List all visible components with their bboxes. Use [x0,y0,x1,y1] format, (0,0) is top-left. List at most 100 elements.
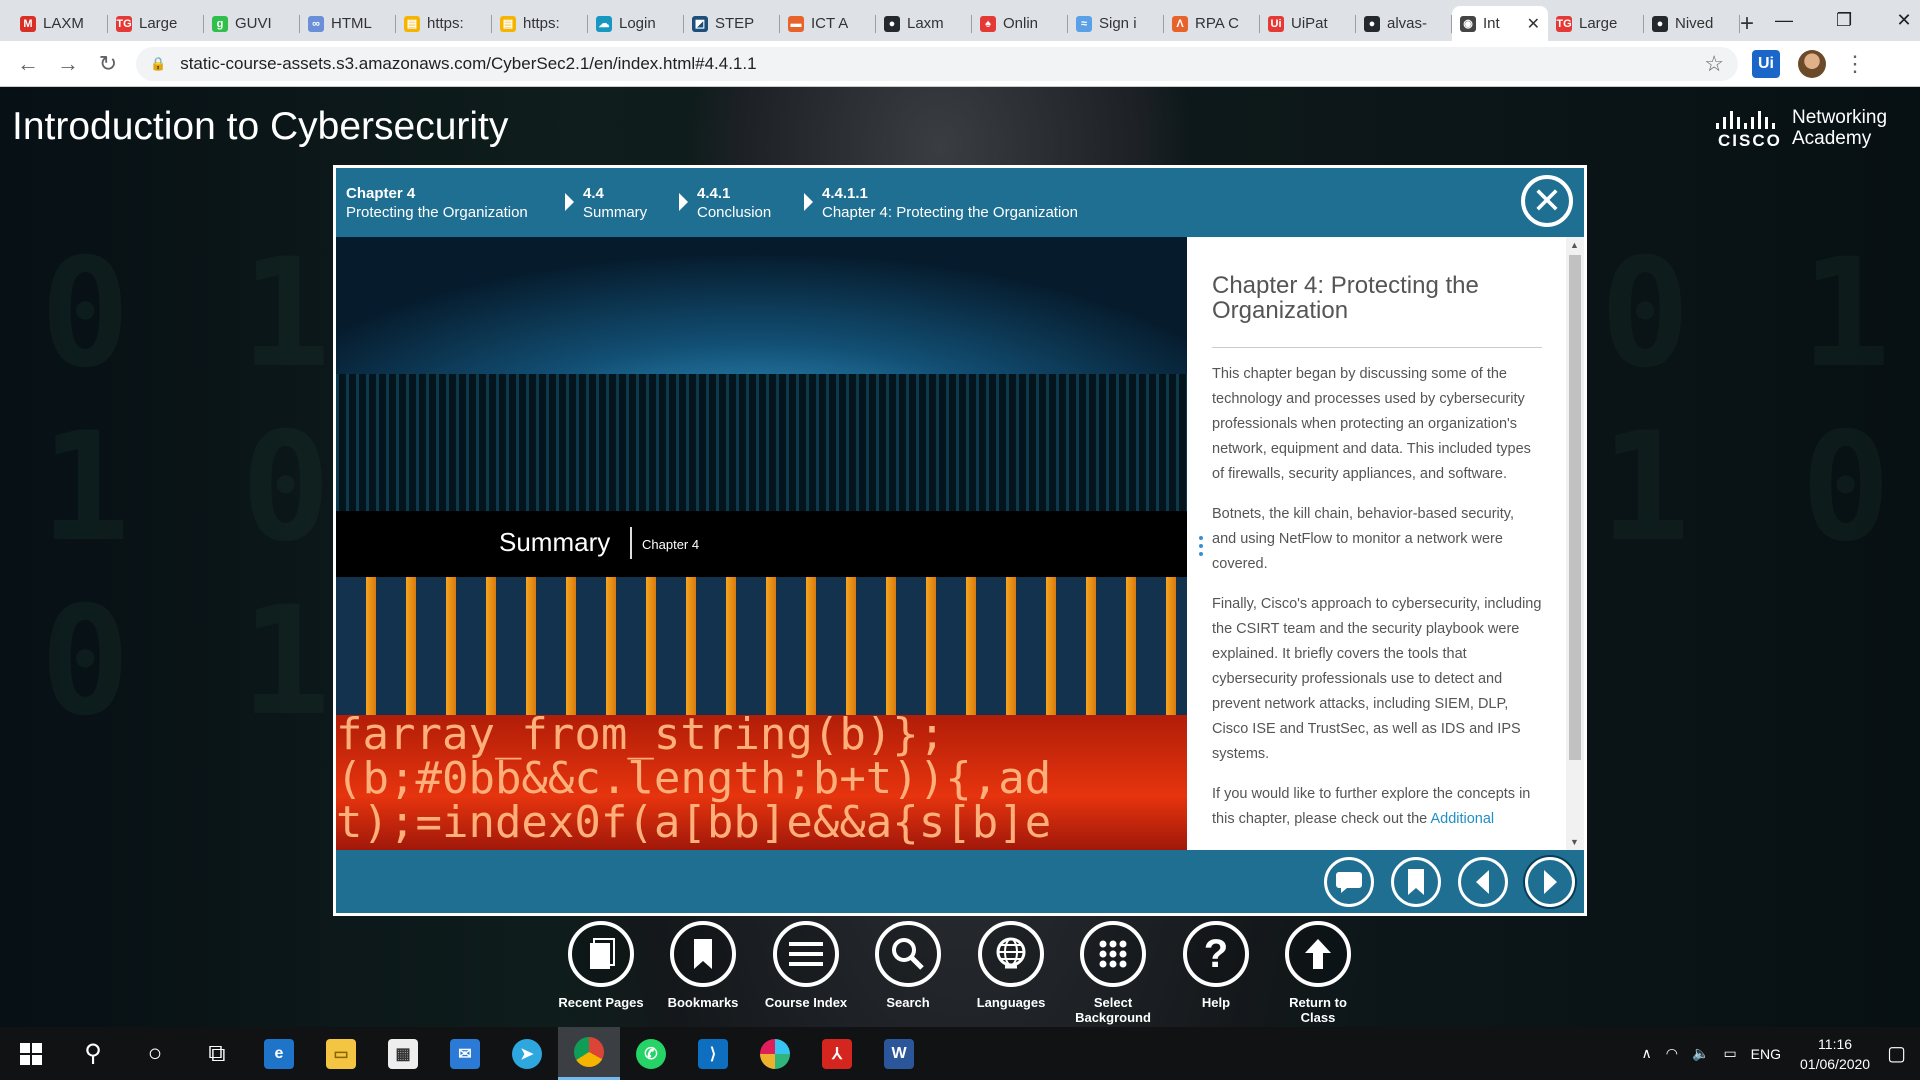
clock[interactable]: 11:16 01/06/2020 [1800,1034,1870,1074]
paragraph: This chapter began by discussing some of… [1212,366,1531,482]
return-to-class-button[interactable]: Return to Class [1271,921,1365,1025]
new-tab-button[interactable]: + [1740,6,1754,41]
close-modal-button[interactable]: ✕ [1521,175,1573,227]
browser-tab[interactable]: ● Laxm [876,6,972,41]
close-window-icon[interactable]: ✕ [1874,10,1920,31]
bookmark-star-icon[interactable]: ☆ [1704,51,1724,77]
profile-avatar[interactable] [1798,49,1826,78]
uipath-icon: Ui [1268,15,1284,32]
address-bar: ← → ↻ 🔒 static-course-assets.s3.amazonaw… [0,41,1920,87]
search-icon [892,938,924,970]
chevron-up-icon[interactable]: ∧ [1642,1045,1652,1062]
browser-tab[interactable]: TG Large [108,6,204,41]
globe-image-band [336,237,1187,374]
content-modal: Chapter 4 Protecting the Organization 4.4… [333,165,1587,916]
menu-kebab-icon[interactable]: ⋮ [1844,51,1866,77]
windows-start-icon[interactable] [0,1027,62,1080]
previous-page-button[interactable] [1458,857,1508,907]
folder-icon: ▤ [404,15,420,32]
browser-tab[interactable]: ▤ https: [492,6,588,41]
tg-icon: TG [1556,15,1572,32]
search-button[interactable]: Search [861,921,955,1010]
summary-banner [336,511,1187,577]
help-button[interactable]: ? Help [1169,921,1263,1010]
next-page-button[interactable] [1525,857,1575,907]
breadcrumb-page[interactable]: 4.4.1.1 Chapter 4: Protecting the Organiz… [804,184,1078,222]
scrollbar-thumb[interactable] [1569,255,1581,760]
restore-icon[interactable]: ❐ [1814,10,1874,31]
bookmarks-button[interactable]: Bookmarks [656,921,750,1010]
notifications-icon[interactable]: ▢ [1887,1041,1906,1066]
breadcrumb-arrow-icon [804,193,813,211]
course-index-button[interactable]: Course Index [759,921,853,1010]
store-icon[interactable]: ▦ [372,1027,434,1080]
edge-icon[interactable]: e [248,1027,310,1080]
summary-heading: Summary [499,527,611,557]
browser-tab[interactable]: ♠ Onlin [972,6,1068,41]
browser-tab[interactable]: Λ RPA C [1164,6,1260,41]
browser-tab[interactable]: Ui UiPat [1260,6,1356,41]
chrome-icon[interactable] [558,1027,620,1080]
close-tab-icon[interactable]: ✕ [1527,14,1540,34]
panel-scrollbar[interactable]: ▲ ▼ [1566,237,1584,850]
paragraph: Finally, Cisco's approach to cybersecuri… [1212,596,1542,762]
browser-tab[interactable]: ☁ Login [588,6,684,41]
browser-tab[interactable]: ◩ STEP [684,6,780,41]
reload-icon[interactable]: ↻ [88,51,128,77]
battery-icon[interactable]: ▭ [1723,1045,1736,1062]
breadcrumb-topic[interactable]: 4.4.1 Conclusion [679,184,771,222]
telegram-icon[interactable]: ➤ [496,1027,558,1080]
volume-icon[interactable]: 🔈 [1692,1045,1709,1062]
forward-arrow-icon[interactable]: → [48,51,88,77]
breadcrumb-section[interactable]: 4.4 Summary [565,184,647,222]
tab-label: https: [523,15,560,32]
browser-tab[interactable]: ≈ Sign i [1068,6,1164,41]
back-arrow-icon[interactable]: ← [8,51,48,77]
language-indicator[interactable]: ENG [1751,1046,1781,1062]
cortana-icon[interactable]: ○ [124,1027,186,1080]
bookmark-page-button[interactable] [1391,857,1441,907]
additional-resources-link[interactable]: Additional [1430,811,1494,827]
recent-pages-button[interactable]: Recent Pages [554,921,648,1010]
comment-icon [1336,872,1362,893]
browser-tab[interactable]: ▤ https: [396,6,492,41]
comment-button[interactable] [1324,857,1374,907]
tab-label: Login [619,15,656,32]
acrobat-icon[interactable]: ⅄ [806,1027,868,1080]
breadcrumb-arrow-icon [679,193,688,211]
url-field[interactable]: 🔒 static-course-assets.s3.amazonaws.com/… [136,46,1738,81]
browser-tab[interactable]: ● Nived [1644,6,1740,41]
breadcrumb-chapter[interactable]: Chapter 4 Protecting the Organization [346,184,528,222]
tab-label: ICT A [811,15,849,32]
browser-tab[interactable]: g GUVI [204,6,300,41]
drag-handle-icon[interactable] [1199,536,1203,560]
minimize-icon[interactable]: — [1754,10,1814,31]
task-view-icon[interactable]: ⧉ [186,1027,248,1080]
search-icon[interactable]: ⚲ [62,1027,124,1080]
languages-button[interactable]: Languages [964,921,1058,1010]
slack-icon[interactable] [744,1027,806,1080]
tab-label: LAXM [43,15,84,32]
mail-icon[interactable]: ✉ [434,1027,496,1080]
word-icon[interactable]: W [868,1027,930,1080]
browser-tab[interactable]: ◉ Int ✕ [1452,6,1548,41]
vscode-icon[interactable]: ⟩ [682,1027,744,1080]
logo-brand: CISCO [1718,131,1782,150]
browser-tab[interactable]: M LAXM [12,6,108,41]
select-background-button[interactable]: Select Background [1066,921,1160,1025]
uipath-extension-icon[interactable]: Ui [1752,49,1780,78]
wifi-icon[interactable]: ◠ [1666,1045,1678,1062]
scroll-down-icon[interactable]: ▼ [1570,837,1579,847]
summary-chapter-label: Chapter 4 [642,537,700,552]
browser-tab[interactable]: ▬ ICT A [780,6,876,41]
scroll-up-icon[interactable]: ▲ [1570,240,1579,250]
url-text[interactable]: static-course-assets.s3.amazonaws.com/Cy… [180,54,756,74]
whatsapp-icon[interactable]: ✆ [620,1027,682,1080]
help-icon: ? [1203,932,1229,976]
browser-tab[interactable]: ∞ HTML [300,6,396,41]
tab-label: Large [139,15,178,32]
browser-tab[interactable]: ● alvas- [1356,6,1452,41]
file-explorer-icon[interactable]: ▭ [310,1027,372,1080]
modal-header: Chapter 4 Protecting the Organization 4.4… [336,168,1584,237]
browser-tab[interactable]: TG Large [1548,6,1644,41]
